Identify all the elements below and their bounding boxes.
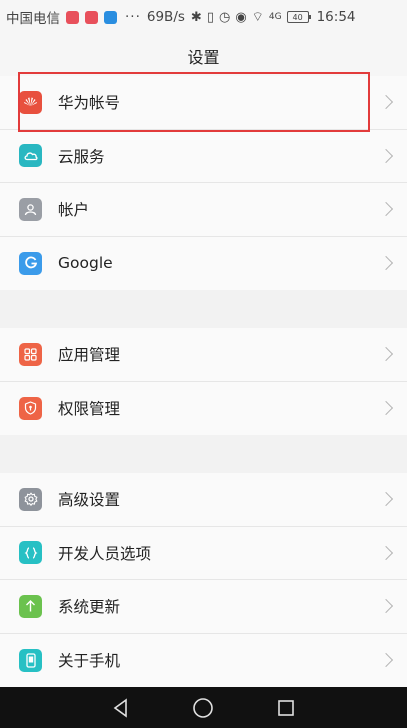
- carrier-name: 中国电信: [6, 11, 60, 27]
- settings-item-system-update[interactable]: 系统更新: [0, 580, 407, 634]
- settings-item-app-management[interactable]: 应用管理: [0, 328, 407, 382]
- chevron-right-icon: [378, 148, 394, 163]
- settings-item-accounts[interactable]: 帐户: [0, 183, 407, 237]
- cloud-icon: [19, 144, 42, 168]
- chevron-right-icon: [378, 653, 394, 668]
- notification-app-icon: [85, 10, 98, 24]
- chevron-right-icon: [378, 256, 394, 271]
- chevron-right-icon: [378, 347, 394, 362]
- navigation-bar: [0, 687, 407, 728]
- settings-item-label: 关于手机: [58, 652, 121, 671]
- vibrate-icon: ▯: [206, 9, 214, 25]
- sports-app-icon: [104, 10, 117, 24]
- home-icon[interactable]: [188, 693, 218, 723]
- settings-item-label: 云服务: [58, 147, 105, 166]
- battery-level: 40: [292, 12, 303, 22]
- settings-item-label: 华为帐号: [58, 94, 121, 113]
- settings-item-label: 应用管理: [58, 346, 121, 365]
- settings-item-google[interactable]: Google: [0, 237, 407, 291]
- recents-icon[interactable]: [271, 693, 301, 723]
- music-app-icon: [66, 10, 79, 24]
- settings-group-account: 华为帐号 云服务 帐户 Google: [0, 76, 407, 290]
- settings-item-label: 系统更新: [58, 598, 121, 617]
- braces-icon: [19, 541, 42, 565]
- chevron-right-icon: [378, 95, 394, 110]
- chevron-right-icon: [378, 202, 394, 217]
- settings-item-advanced-settings[interactable]: 高级设置: [0, 473, 407, 527]
- settings-item-label: 高级设置: [58, 491, 121, 510]
- status-bar: 中国电信 ··· 69B/s ✱ ▯ ◷ ◉ ⌔ 4G 40 16:54: [0, 0, 407, 34]
- page-title: 设置: [187, 47, 220, 67]
- huawei-logo-icon: [19, 90, 42, 114]
- chevron-right-icon: [378, 492, 394, 507]
- phone-icon: [19, 648, 42, 672]
- settings-item-label: 帐户: [58, 201, 90, 220]
- settings-group-system: 高级设置 开发人员选项 系统更新 关于手机: [0, 473, 407, 687]
- chevron-right-icon: [378, 545, 394, 560]
- settings-item-label: Google: [58, 254, 113, 273]
- arrow-up-icon: [19, 594, 42, 618]
- grid-icon: [19, 342, 42, 366]
- network-speed: 69B/s: [146, 9, 185, 25]
- page-title-bar: 设置: [0, 34, 407, 78]
- more-notifications-icon: ···: [125, 9, 141, 25]
- settings-item-developer-options[interactable]: 开发人员选项: [0, 527, 407, 580]
- chevron-right-icon: [378, 599, 394, 614]
- settings-item-label: 权限管理: [58, 400, 121, 419]
- settings-item-huawei-account[interactable]: 华为帐号: [0, 76, 407, 130]
- person-icon: [19, 197, 42, 221]
- bluetooth-icon: ✱: [190, 9, 202, 25]
- clock: 16:54: [316, 9, 356, 25]
- chevron-right-icon: [378, 401, 394, 416]
- shield-icon: [19, 396, 42, 420]
- settings-item-about-phone[interactable]: 关于手机: [0, 634, 407, 688]
- signal-icon: 4G: [268, 12, 282, 22]
- wifi-icon: ⌔: [251, 10, 264, 25]
- google-g-icon: [19, 251, 42, 275]
- settings-item-permission-management[interactable]: 权限管理: [0, 382, 407, 436]
- settings-item-cloud-service[interactable]: 云服务: [0, 130, 407, 183]
- battery-icon: 40: [286, 11, 311, 23]
- gear-icon: [19, 487, 42, 511]
- alarm-icon: ◷: [218, 9, 231, 25]
- settings-group-apps: 应用管理 权限管理: [0, 328, 407, 435]
- eye-icon: ◉: [235, 9, 247, 25]
- back-icon[interactable]: [106, 693, 136, 723]
- settings-item-label: 开发人员选项: [58, 544, 152, 563]
